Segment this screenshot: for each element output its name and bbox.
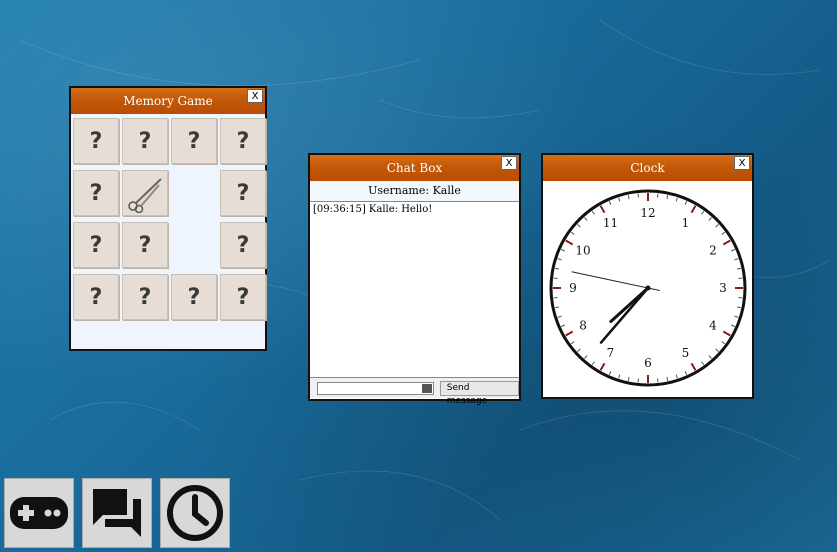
card-face-label: ? bbox=[236, 232, 250, 258]
memory-game-launcher[interactable] bbox=[4, 478, 74, 548]
clock-number: 1 bbox=[682, 216, 690, 230]
memory-card[interactable]: ? bbox=[122, 118, 168, 164]
chat-launcher[interactable] bbox=[82, 478, 152, 548]
window-title: Chat Box bbox=[386, 161, 443, 175]
memory-game-titlebar[interactable]: Memory Game X bbox=[71, 88, 265, 114]
clock-number: 12 bbox=[640, 206, 655, 220]
clock-number: 11 bbox=[603, 216, 618, 230]
memory-grid: ????????????? bbox=[71, 114, 266, 349]
card-face-label: ? bbox=[138, 232, 152, 258]
memory-card[interactable]: ? bbox=[73, 118, 119, 164]
message-list[interactable]: [09:36:15] Kalle: Hello! bbox=[310, 202, 519, 377]
close-button[interactable]: X bbox=[247, 89, 263, 103]
scissors-icon bbox=[128, 178, 162, 213]
window-title: Memory Game bbox=[123, 94, 213, 108]
clock-number: 6 bbox=[644, 356, 652, 370]
clock-face: 121234567891011 bbox=[549, 189, 747, 387]
gamepad-icon bbox=[10, 497, 68, 529]
card-face-label: ? bbox=[89, 284, 103, 310]
clock-center bbox=[645, 285, 651, 291]
clock-number: 5 bbox=[682, 346, 690, 360]
chat-message: [09:36:15] Kalle: Hello! bbox=[313, 204, 433, 215]
memory-card[interactable]: ? bbox=[73, 274, 119, 320]
card-face-label: ? bbox=[138, 128, 152, 154]
clock-number: 7 bbox=[607, 346, 615, 360]
chat-bubbles-icon bbox=[93, 489, 141, 537]
memory-card[interactable]: ? bbox=[171, 118, 217, 164]
clock-number: 2 bbox=[709, 244, 717, 258]
window-title: Clock bbox=[630, 161, 665, 175]
chat-window: Chat Box X Username: Kalle [09:36:15] Ka… bbox=[308, 153, 521, 406]
clock-titlebar[interactable]: Clock X bbox=[543, 155, 752, 181]
card-face-label: ? bbox=[187, 284, 201, 310]
clock-launcher[interactable] bbox=[160, 478, 230, 548]
username-label: Username: Kalle bbox=[310, 181, 519, 202]
keyboard-icon bbox=[421, 383, 432, 393]
memory-card[interactable]: ? bbox=[122, 274, 168, 320]
memory-card[interactable]: ? bbox=[122, 222, 168, 268]
memory-card[interactable]: ? bbox=[73, 222, 119, 268]
clock-icon bbox=[167, 485, 223, 541]
clock-number: 10 bbox=[575, 244, 590, 258]
close-button[interactable]: X bbox=[501, 156, 517, 170]
memory-card[interactable]: ? bbox=[171, 274, 217, 320]
card-face-label: ? bbox=[236, 128, 250, 154]
memory-card[interactable]: ? bbox=[73, 170, 119, 216]
memory-card[interactable] bbox=[122, 170, 168, 216]
card-face-label: ? bbox=[187, 128, 201, 154]
clock-number: 4 bbox=[709, 319, 717, 333]
clock-number: 9 bbox=[569, 281, 577, 295]
card-face-label: ? bbox=[89, 232, 103, 258]
message-input[interactable] bbox=[317, 381, 434, 395]
chat-input-bar: Send message bbox=[310, 377, 519, 406]
card-face-label: ? bbox=[89, 128, 103, 154]
close-button[interactable]: X bbox=[734, 156, 750, 170]
card-face-label: ? bbox=[236, 180, 250, 206]
card-face-label: ? bbox=[138, 284, 152, 310]
memory-game-window: Memory Game X ????????????? bbox=[69, 86, 267, 351]
memory-card[interactable]: ? bbox=[220, 274, 266, 320]
clock-window: Clock X 12 1 2 3 4 5 6 7 8 9 10 11 bbox=[541, 153, 754, 399]
memory-card[interactable]: ? bbox=[220, 222, 266, 268]
card-face-label: ? bbox=[236, 284, 250, 310]
clock-number: 3 bbox=[719, 281, 727, 295]
send-message-button[interactable]: Send message bbox=[439, 380, 519, 406]
card-face-label: ? bbox=[89, 180, 103, 206]
chat-titlebar[interactable]: Chat Box X bbox=[310, 155, 519, 181]
clock-number: 8 bbox=[579, 319, 587, 333]
memory-card[interactable]: ? bbox=[220, 118, 266, 164]
memory-card[interactable]: ? bbox=[220, 170, 266, 216]
